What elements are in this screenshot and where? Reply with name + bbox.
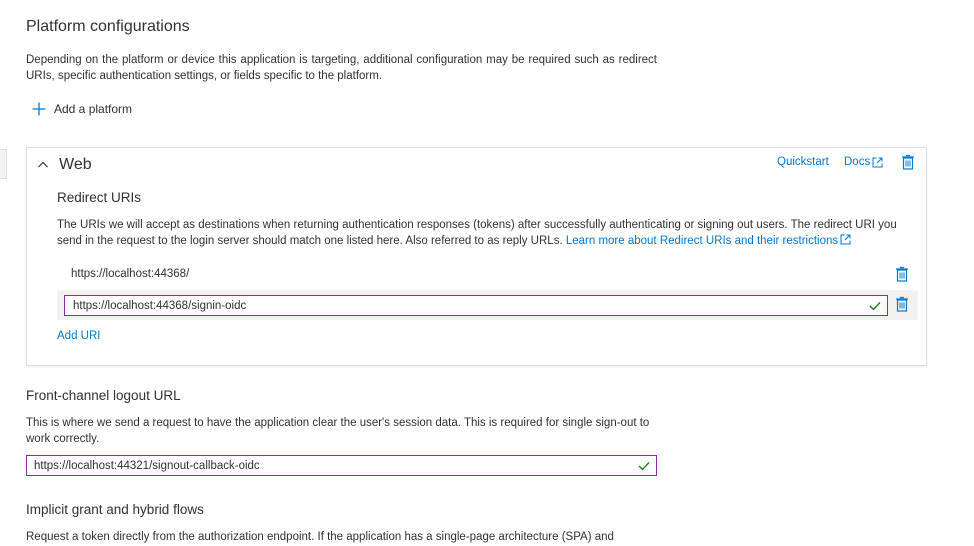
- add-platform-button[interactable]: Add a platform: [32, 99, 132, 119]
- collapsed-panel-marker: [0, 149, 7, 179]
- learn-more-redirect-link[interactable]: Learn more about Redirect URIs and their…: [565, 234, 851, 247]
- redirect-uri-row-1[interactable]: https://localhost:44368/: [71, 268, 189, 280]
- docs-link-label: Docs: [844, 156, 871, 168]
- add-platform-label: Add a platform: [54, 102, 133, 116]
- quickstart-link[interactable]: Quickstart: [777, 156, 829, 168]
- front-channel-logout-description: This is where we send a request to have …: [26, 417, 650, 445]
- delete-uri-2-trash-icon[interactable]: [895, 296, 909, 312]
- redirect-uris-description: The URIs we will accept as destinations …: [57, 217, 917, 249]
- valid-checkmark-icon: [638, 461, 650, 470]
- delete-platform-trash-icon[interactable]: [901, 154, 915, 170]
- web-card-toggle[interactable]: Web: [37, 154, 92, 176]
- app-registration-authentication-page: Platform configurations Depending on the…: [0, 0, 974, 546]
- implicit-grant-description: Request a token directly from the author…: [26, 531, 614, 543]
- docs-link[interactable]: Docs: [844, 156, 883, 168]
- valid-checkmark-icon: [869, 301, 881, 310]
- redirect-uri-input-2-value: https://localhost:44368/signin-oidc: [73, 299, 247, 312]
- front-channel-logout-input[interactable]: https://localhost:44321/signout-callback…: [26, 455, 657, 476]
- web-platform-card: Web Quickstart Docs Redirect URIs The UR…: [26, 147, 927, 366]
- implicit-grant-title: Implicit grant and hybrid flows: [26, 502, 204, 517]
- platform-configurations-title: Platform configurations: [26, 18, 190, 35]
- learn-more-redirect-label: Learn more about Redirect URIs and their…: [565, 235, 839, 247]
- redirect-uri-input-2[interactable]: https://localhost:44368/signin-oidc: [64, 295, 888, 316]
- add-uri-link[interactable]: Add URI: [57, 330, 100, 342]
- web-card-title: Web: [59, 156, 92, 173]
- external-link-icon: [872, 157, 883, 167]
- plus-icon: [32, 102, 46, 116]
- external-link-icon: [840, 234, 851, 245]
- chevron-up-icon: [38, 161, 48, 168]
- delete-uri-1-trash-icon[interactable]: [895, 266, 909, 282]
- redirect-uris-title: Redirect URIs: [57, 190, 142, 205]
- front-channel-logout-title: Front-channel logout URL: [26, 388, 181, 403]
- platform-configurations-description: Depending on the platform or device this…: [26, 54, 657, 82]
- front-channel-logout-input-value: https://localhost:44321/signout-callback…: [34, 459, 260, 472]
